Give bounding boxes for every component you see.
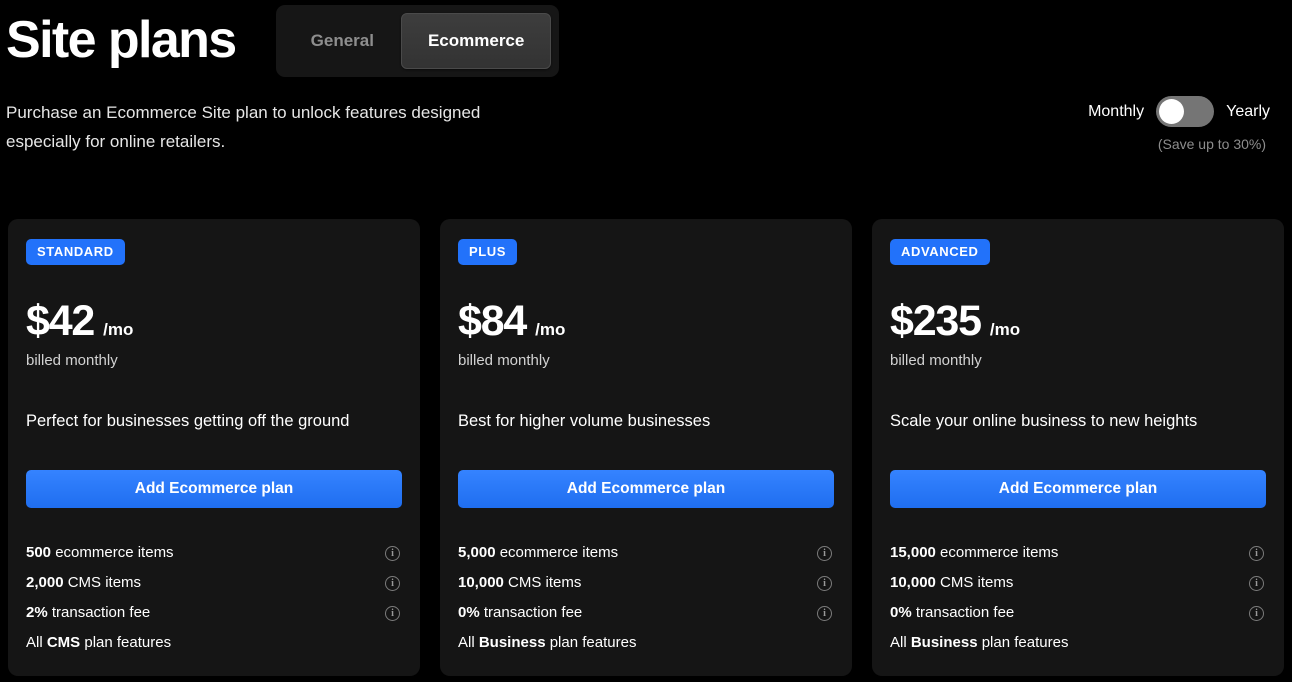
plan-feature-label: 5,000 ecommerce items (458, 544, 619, 561)
plan-features: 15,000 ecommerce items i 10,000 CMS items i… (890, 538, 1266, 658)
plan-price-line: $235/mo (890, 299, 1266, 343)
info-circle-icon[interactable]: i (1249, 545, 1264, 561)
site-plans-page: Site plans General Ecommerce Purchase an… (0, 0, 1292, 682)
info-circle-icon[interactable]: i (817, 545, 832, 561)
plan-feature-row: 500 ecommerce items i (26, 538, 402, 568)
plan-feature-row: 2,000 CMS items i (26, 568, 402, 598)
billing-monthly-label[interactable]: Monthly (1088, 103, 1144, 121)
plan-feature-row: 10,000 CMS items i (890, 568, 1266, 598)
plan-cards: STANDARD $42/mo billed monthly Perfect for … (8, 219, 1284, 676)
info-circle-icon[interactable]: i (385, 605, 400, 621)
billing-save-note: (Save up to 30%) (1157, 136, 1266, 152)
plan-tagline: Scale your online business to new height… (890, 412, 1198, 430)
plan-price-line: $84/mo (458, 299, 834, 343)
plan-feature-label: All Business plan features (890, 634, 1069, 651)
plan-card: ADVANCED $235/mo billed monthly Scale your … (872, 219, 1284, 676)
plan-price-line: $42/mo (26, 299, 402, 343)
plan-badge: PLUS (458, 239, 518, 265)
plan-feature-row: 5,000 ecommerce items i (458, 538, 834, 568)
plan-features: 5,000 ecommerce items i 10,000 CMS items i 0… (458, 538, 834, 658)
plan-tagline: Best for higher volume businesses (458, 412, 711, 430)
plan-feature-label: 15,000 ecommerce items (890, 544, 1059, 561)
plan-features: 500 ecommerce items i 2,000 CMS items i 2% t… (26, 538, 402, 658)
plan-price-period: /mo (103, 320, 134, 339)
add-ecommerce-plan-button[interactable]: Add Ecommerce plan (458, 470, 834, 508)
plan-billing-note: billed monthly (458, 352, 550, 369)
plan-billing-note: billed monthly (26, 352, 118, 369)
info-circle-icon[interactable]: i (385, 545, 400, 561)
info-circle-icon[interactable]: i (1249, 605, 1264, 621)
billing-period-switch[interactable] (1156, 96, 1215, 127)
plan-billing-note: billed monthly (890, 352, 982, 369)
add-ecommerce-plan-button[interactable]: Add Ecommerce plan (26, 470, 402, 508)
plan-feature-row: All CMS plan features (26, 628, 402, 658)
billing-toggle-row: Monthly Yearly (1088, 96, 1270, 127)
page-description: Purchase an Ecommerce Site plan to unloc… (6, 103, 481, 151)
plan-feature-row: 10,000 CMS items i (458, 568, 834, 598)
plan-card: PLUS $84/mo billed monthly Best for higher … (440, 219, 852, 676)
billing-period-control: Monthly Yearly (Save up to 30%) (1010, 96, 1270, 152)
plan-price-block: $42/mo billed monthly (26, 299, 402, 369)
billing-yearly-label[interactable]: Yearly (1226, 103, 1270, 121)
plan-card: STANDARD $42/mo billed monthly Perfect for … (8, 219, 420, 676)
info-circle-icon[interactable]: i (1249, 575, 1264, 591)
info-circle-icon[interactable]: i (817, 575, 832, 591)
plan-price: $42 (26, 297, 95, 345)
switch-knob (1159, 99, 1185, 124)
info-circle-icon[interactable]: i (385, 575, 400, 591)
plan-feature-row: 15,000 ecommerce items i (890, 538, 1266, 568)
plan-feature-row: 0% transaction fee i (458, 598, 834, 628)
plan-price-block: $235/mo billed monthly (890, 299, 1266, 369)
page-header: Site plans General Ecommerce (0, 0, 1292, 80)
plan-feature-label: 10,000 CMS items (458, 574, 582, 591)
plan-feature-row: All Business plan features (890, 628, 1266, 658)
plan-feature-label: All CMS plan features (26, 634, 172, 651)
plan-badge: STANDARD (26, 239, 125, 265)
tab-general[interactable]: General (284, 13, 401, 69)
plan-price-block: $84/mo billed monthly (458, 299, 834, 369)
plan-feature-label: 500 ecommerce items (26, 544, 174, 561)
plan-feature-label: 0% transaction fee (458, 604, 583, 621)
info-circle-icon[interactable]: i (817, 605, 832, 621)
plan-feature-label: 0% transaction fee (890, 604, 1015, 621)
plan-feature-row: 0% transaction fee i (890, 598, 1266, 628)
tab-ecommerce[interactable]: Ecommerce (400, 13, 552, 69)
add-ecommerce-plan-button[interactable]: Add Ecommerce plan (890, 470, 1266, 508)
plan-feature-row: 2% transaction fee i (26, 598, 402, 628)
plan-feature-label: All Business plan features (458, 634, 637, 651)
plan-badge: ADVANCED (890, 239, 990, 265)
plan-feature-label: 2,000 CMS items (26, 574, 142, 591)
page-title: Site plans (6, 11, 237, 69)
plan-price: $235 (890, 297, 982, 345)
plan-feature-row: All Business plan features (458, 628, 834, 658)
plan-feature-label: 2% transaction fee (26, 604, 151, 621)
plan-price: $84 (458, 297, 527, 345)
plan-tagline: Perfect for businesses getting off the g… (26, 412, 350, 430)
plan-price-period: /mo (989, 320, 1021, 339)
plan-price-period: /mo (535, 320, 566, 339)
plan-type-tabs: General Ecommerce (275, 5, 560, 77)
plan-feature-label: 10,000 CMS items (890, 574, 1014, 591)
